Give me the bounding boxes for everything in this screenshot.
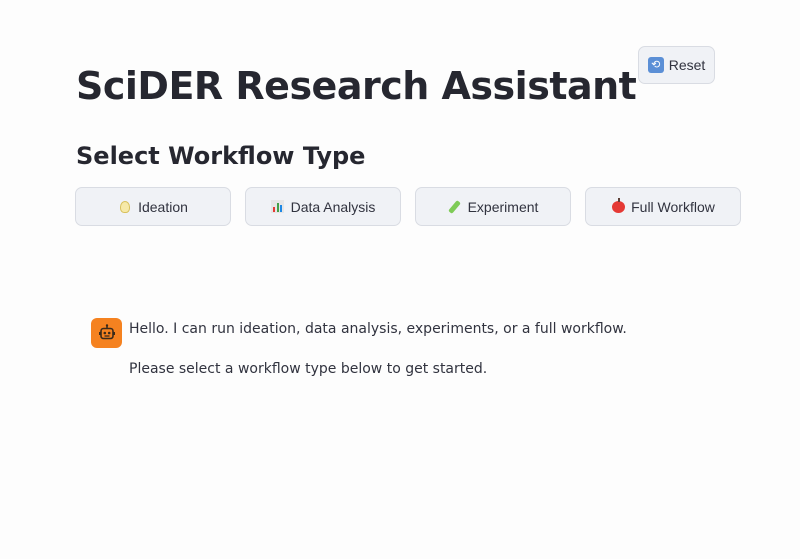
data-analysis-button-label: Data Analysis [290,198,376,215]
reset-button-label: Reset [668,57,706,73]
refresh-icon: ⟲ [647,57,664,73]
ideation-button[interactable]: Ideation [75,187,231,226]
reset-button[interactable]: ⟲ Reset [638,46,715,84]
data-analysis-button[interactable]: Data Analysis [245,187,401,226]
assistant-message-greeting: Hello. I can run ideation, data analysis… [129,321,627,337]
robot-icon [98,324,115,340]
test-tube-icon [448,199,462,214]
lightbulb-icon [118,200,132,214]
assistant-avatar [91,318,122,348]
experiment-button[interactable]: Experiment [415,187,571,226]
assistant-message-instruction: Please select a workflow type below to g… [129,361,488,377]
experiment-button-label: Experiment [467,198,539,215]
full-workflow-button[interactable]: Full Workflow [585,187,741,226]
workflow-section-title: Select Workflow Type [76,142,366,170]
bar-chart-icon [271,200,285,214]
full-workflow-button-label: Full Workflow [631,198,715,215]
page-title: SciDER Research Assistant [76,64,637,108]
ideation-button-label: Ideation [138,198,188,215]
apple-icon [611,197,625,214]
